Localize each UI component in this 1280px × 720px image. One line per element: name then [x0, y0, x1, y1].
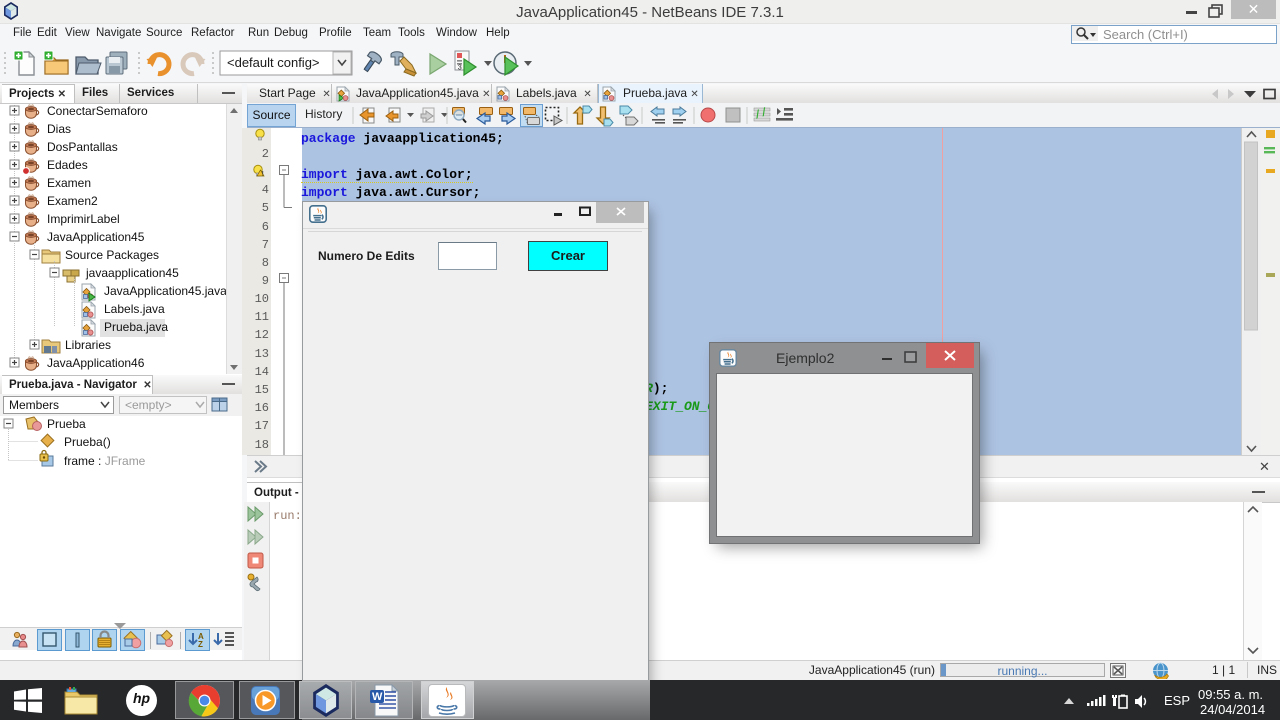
svg-text:Prueba: Prueba	[47, 417, 86, 431]
svg-text:14: 14	[255, 365, 269, 379]
svg-text:Source Packages: Source Packages	[65, 248, 159, 262]
svg-text:17: 17	[255, 419, 269, 433]
svg-text:frame : JFrame: frame : JFrame	[64, 454, 146, 468]
svg-text:ImprimirLabel: ImprimirLabel	[47, 212, 120, 226]
svg-text:Z: Z	[198, 640, 203, 649]
svg-text:Prueba.java: Prueba.java	[104, 320, 168, 334]
svg-text:Libraries: Libraries	[65, 338, 111, 352]
svg-text:JavaApplication46: JavaApplication46	[47, 356, 145, 370]
svg-text:9: 9	[262, 274, 269, 288]
svg-text:11: 11	[255, 310, 269, 324]
svg-text:12: 12	[255, 328, 269, 342]
svg-text:<default config>: <default config>	[227, 55, 320, 70]
svg-text:!: !	[262, 172, 264, 178]
svg-text:W: W	[372, 691, 383, 703]
svg-text:DosPantallas: DosPantallas	[47, 140, 118, 154]
svg-text:Edades: Edades	[47, 158, 88, 172]
svg-text:16: 16	[255, 401, 269, 415]
svg-text:5: 5	[262, 201, 269, 215]
svg-text:3: 3	[458, 62, 462, 71]
svg-text:ConectarSemaforo: ConectarSemaforo	[47, 104, 148, 118]
svg-text:6: 6	[262, 220, 269, 234]
svg-text:18: 18	[255, 438, 269, 452]
svg-text:15: 15	[255, 383, 269, 397]
svg-text:4: 4	[262, 183, 269, 197]
svg-text:JavaApplication45.java: JavaApplication45.java	[104, 284, 227, 298]
svg-text:Examen2: Examen2	[47, 194, 98, 208]
svg-text:2: 2	[262, 147, 269, 161]
svg-text:13: 13	[255, 347, 269, 361]
svg-text:7: 7	[262, 238, 269, 252]
svg-text:JavaApplication45: JavaApplication45	[47, 230, 145, 244]
svg-text:javaapplication45: javaapplication45	[85, 266, 179, 280]
svg-text:Dias: Dias	[47, 122, 71, 136]
svg-text:Prueba(): Prueba()	[64, 435, 111, 449]
svg-text:Examen: Examen	[47, 176, 91, 190]
svg-text:10: 10	[255, 292, 269, 306]
svg-text:Labels.java: Labels.java	[104, 302, 165, 316]
svg-text:8: 8	[262, 256, 269, 270]
